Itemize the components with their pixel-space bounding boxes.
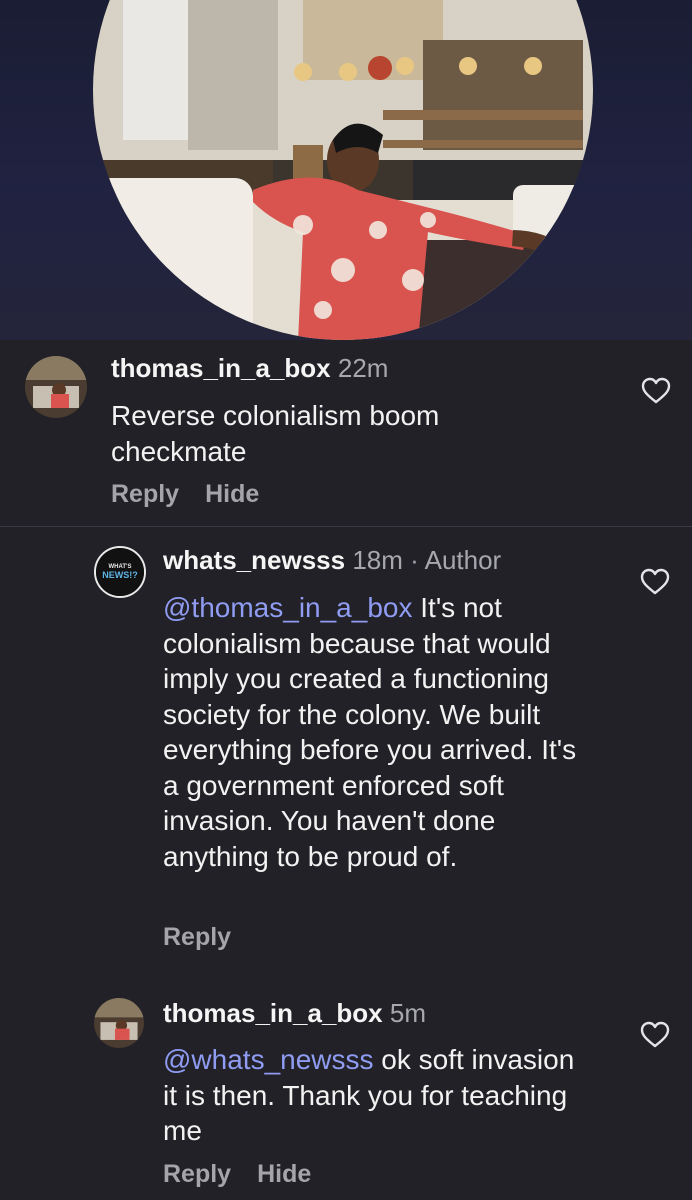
post-photo[interactable] <box>93 0 593 340</box>
comment-body: Reverse colonialism boom checkmate <box>111 400 440 467</box>
timestamp: 18m <box>352 545 403 575</box>
comment-header: thomas_in_a_box 22m <box>111 352 388 384</box>
comment-actions: Reply <box>163 922 257 952</box>
reply-button[interactable]: Reply <box>163 1160 231 1188</box>
commenter-avatar[interactable] <box>25 356 87 418</box>
mention-link[interactable]: @thomas_in_a_box <box>163 592 412 623</box>
reply-button[interactable]: Reply <box>111 480 179 508</box>
separator-dot: · <box>410 545 419 575</box>
mention-link[interactable]: @whats_newsss <box>163 1044 374 1075</box>
comment-body: It's not colonialism because that would … <box>163 592 577 872</box>
comment-header: thomas_in_a_box 5m <box>163 997 426 1029</box>
author-badge: Author <box>424 545 502 575</box>
avatar-logo-text: NEWS!? <box>102 570 138 580</box>
hide-button[interactable]: Hide <box>257 1160 311 1188</box>
timestamp: 22m <box>337 353 389 383</box>
username[interactable]: thomas_in_a_box <box>163 998 383 1028</box>
commenter-avatar[interactable] <box>94 998 144 1048</box>
comment-header: whats_newsss 18m · Author <box>163 544 501 576</box>
heart-outline-icon[interactable] <box>640 1021 670 1049</box>
reply-button[interactable]: Reply <box>163 923 231 951</box>
comment-text: @thomas_in_a_box It's not colonialism be… <box>163 590 578 874</box>
author-avatar[interactable]: WHAT'S NEWS!? <box>94 546 146 598</box>
timestamp: 5m <box>389 998 426 1028</box>
comment-actions: Reply Hide <box>111 479 285 509</box>
heart-outline-icon[interactable] <box>641 377 671 405</box>
post-image-area <box>0 0 692 340</box>
heart-outline-icon[interactable] <box>640 568 670 596</box>
username[interactable]: thomas_in_a_box <box>111 353 331 383</box>
comment-actions: Reply Hide <box>163 1159 337 1189</box>
username[interactable]: whats_newsss <box>163 545 345 575</box>
hide-button[interactable]: Hide <box>205 480 259 508</box>
divider <box>0 526 692 527</box>
comment-text: Reverse colonialism boom checkmate <box>111 398 561 469</box>
comment-text: @whats_newsss ok soft invasion it is the… <box>163 1042 593 1149</box>
